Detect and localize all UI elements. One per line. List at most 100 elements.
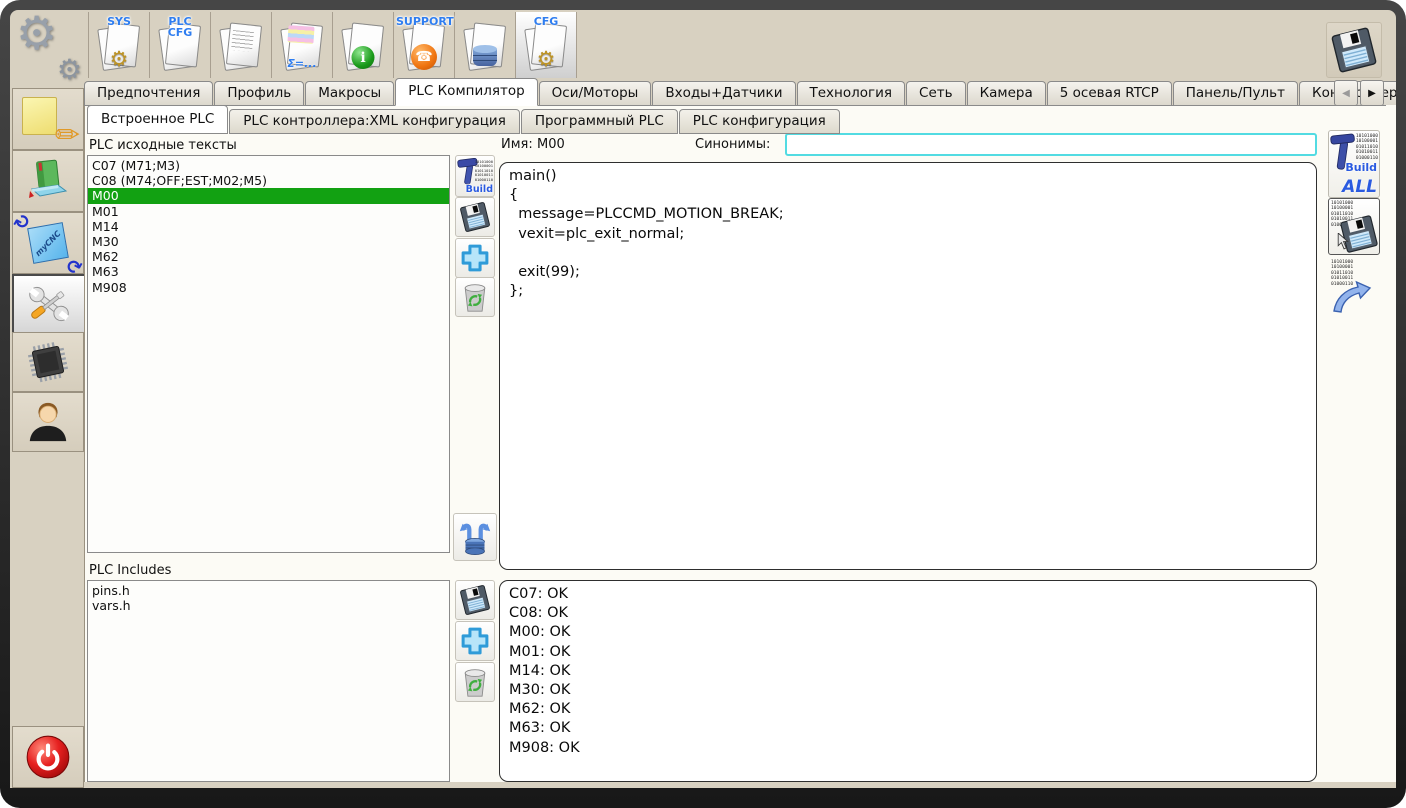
plc-includes-list: pins.hvars.h xyxy=(87,580,450,782)
include-item[interactable]: vars.h xyxy=(88,598,449,613)
unlock-sources-button[interactable] xyxy=(453,513,497,561)
power-icon xyxy=(23,732,73,782)
tab-scroll-right-button[interactable]: ▶ xyxy=(1360,80,1384,106)
main-tab[interactable]: Сеть xyxy=(906,81,966,105)
source-item[interactable]: M63 xyxy=(88,264,449,279)
add-source-button[interactable] xyxy=(455,238,495,278)
main-tab[interactable]: Профиль xyxy=(214,81,304,105)
plc-cfg-label: PLC CFG xyxy=(152,16,208,38)
save-include-button[interactable] xyxy=(455,580,495,620)
main-tab[interactable]: Оси/Моторы xyxy=(539,81,652,105)
pencil-icon: ✏ xyxy=(55,121,80,151)
sidebar-user-button[interactable] xyxy=(12,392,84,452)
toolbar-support-button[interactable]: SUPPORT ☎ xyxy=(394,12,455,78)
sidebar-hardware-button[interactable] xyxy=(12,332,84,392)
toolbar-info-button[interactable]: i xyxy=(333,12,394,78)
save-source-button[interactable] xyxy=(455,197,495,237)
source-item[interactable]: M14 xyxy=(88,219,449,234)
main-tab[interactable]: Предпочтения xyxy=(84,81,213,105)
gear-icon: ⚙ xyxy=(537,49,556,70)
main-tab[interactable]: Макросы xyxy=(305,81,394,105)
sys-label: SYS xyxy=(91,16,147,27)
sources-label: PLC исходные тексты xyxy=(89,138,237,153)
main-tab[interactable]: Камера xyxy=(967,81,1046,105)
tab-scroll-left-button[interactable]: ◀ xyxy=(1334,80,1358,106)
code-editor-box: main() { message=PLCCMD_MOTION_BREAK; ve… xyxy=(499,162,1317,570)
source-item[interactable]: M908 xyxy=(88,280,449,295)
sidebar-power-button[interactable] xyxy=(12,726,84,788)
cfg-label: CFG xyxy=(518,16,574,27)
sub-tabbar: Встроенное PLCPLC контроллера:XML конфиг… xyxy=(87,107,841,134)
toolbar-system-button[interactable]: SYS ⚙ xyxy=(89,12,150,78)
add-include-button[interactable] xyxy=(455,621,495,661)
source-item[interactable]: C08 (M74;OFF;EST;M02;M5) xyxy=(88,173,449,188)
toolbar-plc-config-button[interactable]: PLC CFG xyxy=(150,12,211,78)
source-item[interactable]: C07 (M71;M3) xyxy=(88,158,449,173)
sub-tab[interactable]: PLC контроллера:XML конфигурация xyxy=(229,109,520,134)
user-icon xyxy=(25,399,71,445)
toolbar-database-button[interactable] xyxy=(455,12,516,78)
sub-tab[interactable]: Встроенное PLC xyxy=(87,105,228,134)
books-icon xyxy=(24,157,72,205)
build-label: Build xyxy=(466,184,493,195)
source-item[interactable]: M00 xyxy=(88,188,449,203)
save-binary-button[interactable]: 10101000 10100001 01011010 01010011 0100… xyxy=(1328,198,1380,255)
sidebar-tools-button[interactable] xyxy=(12,274,86,334)
window-frame: ⚙ ⚙ SYS ⚙ PLC CFG Σ=... xyxy=(0,0,1406,808)
toolbar-documents-button[interactable] xyxy=(211,12,272,78)
main-tab[interactable]: 5 осевая RTCP xyxy=(1047,81,1172,105)
floppy-disk-icon xyxy=(459,201,491,233)
document-icon: Σ=... xyxy=(282,20,322,70)
document-icon xyxy=(465,20,505,70)
plc-compiler-panel: Встроенное PLCPLC контроллера:XML конфиг… xyxy=(84,105,1396,782)
include-item[interactable]: pins.h xyxy=(88,583,449,598)
chip-icon xyxy=(25,339,71,385)
sidebar-edit-notes-button[interactable]: ✏ xyxy=(12,88,84,150)
document-icon: SYS ⚙ xyxy=(99,20,139,70)
document-icon xyxy=(221,20,261,70)
upload-binary-button[interactable]: 10101000 10100001 01011010 01010011 0100… xyxy=(1328,258,1378,315)
toolbar-macro-button[interactable]: Σ=... xyxy=(272,12,333,78)
build-button[interactable]: 10101000 10100001 01011010 01010011 0100… xyxy=(455,155,495,197)
toolbar: SYS ⚙ PLC CFG Σ=... i xyxy=(88,12,577,78)
synonyms-input[interactable] xyxy=(785,133,1317,156)
source-item[interactable]: M62 xyxy=(88,249,449,264)
wrench-screwdriver-icon xyxy=(26,281,72,327)
toolbar-cfg-button[interactable]: CFG ⚙ xyxy=(516,12,577,78)
settings-gears-button[interactable]: ⚙ ⚙ xyxy=(14,14,84,78)
sidebar-mycnc-update-button[interactable]: ↻ myCNC ↻ xyxy=(12,212,84,274)
sub-tab[interactable]: PLC конфигурация xyxy=(679,109,840,134)
source-item[interactable]: M01 xyxy=(88,204,449,219)
tab-scroll: ◀ ▶ xyxy=(1332,80,1384,106)
sub-tab[interactable]: Программный PLC xyxy=(521,109,678,134)
build-output-box: C07: OK C08: OK M00: OK M01: OK M14: OK … xyxy=(499,580,1317,782)
text-lines-icon xyxy=(231,30,254,52)
color-stripes-icon xyxy=(287,25,314,44)
delete-include-button[interactable] xyxy=(455,662,495,702)
main-tab[interactable]: Панель/Пульт xyxy=(1173,81,1298,105)
document-icon: i xyxy=(343,20,383,70)
mycnc-label: myCNC xyxy=(34,229,63,258)
build-all-button[interactable]: 10101000 10100001 01011010 01010011 0100… xyxy=(1328,130,1380,198)
sidebar-documentation-button[interactable] xyxy=(12,150,84,212)
main-tab[interactable]: PLC Компилятор xyxy=(395,78,537,106)
name-value: M00 xyxy=(537,137,565,152)
floppy-disk-icon xyxy=(459,584,491,616)
document-icon: SUPPORT ☎ xyxy=(404,20,444,70)
delete-source-button[interactable] xyxy=(455,277,495,317)
app-window: ⚙ ⚙ SYS ⚙ PLC CFG Σ=... xyxy=(10,10,1396,788)
floppy-disk-icon xyxy=(1330,26,1378,74)
code-editor[interactable]: main() { message=PLCCMD_MOTION_BREAK; ve… xyxy=(500,163,1316,305)
plus-icon xyxy=(458,241,492,275)
build-all-label-bottom: ALL xyxy=(1342,177,1377,197)
plus-icon xyxy=(458,624,492,658)
trash-recycle-icon xyxy=(459,280,491,314)
main-tab[interactable]: Технология xyxy=(797,81,906,105)
source-item[interactable]: M30 xyxy=(88,234,449,249)
main-tabbar: ПредпочтенияПрофильМакросыPLC Компилятор… xyxy=(84,79,1386,106)
save-settings-button[interactable] xyxy=(1326,22,1382,78)
binary-icon-text: 10101000 10100001 01011010 01010011 0100… xyxy=(475,160,493,182)
build-all-label-top: Build xyxy=(1345,161,1377,174)
curved-arrow-icon xyxy=(1330,275,1376,315)
main-tab[interactable]: Входы+Датчики xyxy=(652,81,795,105)
